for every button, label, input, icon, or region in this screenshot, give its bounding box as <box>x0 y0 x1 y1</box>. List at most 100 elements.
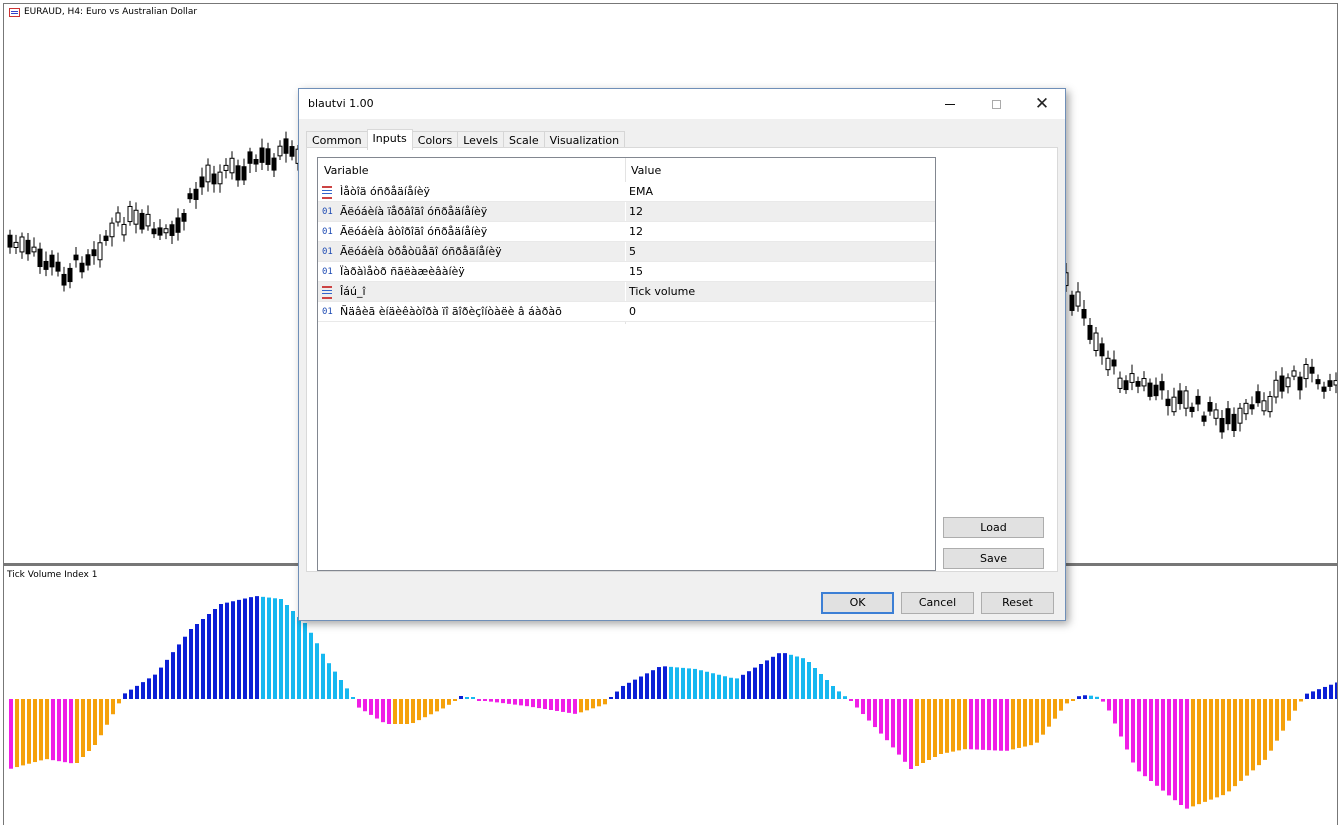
close-icon: ✕ <box>1034 93 1050 114</box>
histogram-bar <box>879 699 883 734</box>
histogram-bar <box>1239 699 1243 781</box>
histogram-bar <box>501 699 505 704</box>
table-row[interactable]: 01 Ñäâèã èíäèêàòîðà ïî ãîðèçîíòàëè â áàð… <box>318 302 935 322</box>
variable-name: Ñäâèã èíäèêàòîðà ïî ãîðèçîíòàëè â áàðàõ <box>340 305 562 318</box>
histogram-bar <box>645 673 649 699</box>
column-header-variable[interactable]: Variable <box>324 158 369 182</box>
table-row[interactable]: Ìåòîä óñðåäíåíèÿ EMA <box>318 182 935 202</box>
histogram-bar <box>1173 699 1177 801</box>
histogram-bar <box>1293 699 1297 711</box>
candle-body <box>1285 377 1291 388</box>
table-row[interactable]: 01 Ãëóáèíà âòîðîãî óñðåäíåíèÿ 12 <box>318 222 935 242</box>
candle-body <box>211 173 217 185</box>
histogram-bar <box>663 666 667 699</box>
table-row[interactable]: 01 Ãëóáèíà ïåðâîãî óñðåäíåíèÿ 12 <box>318 202 935 222</box>
histogram-bar <box>579 699 583 713</box>
candle-body <box>79 262 85 273</box>
variable-value[interactable]: 5 <box>629 242 636 262</box>
variable-value[interactable]: EMA <box>629 182 653 202</box>
candle-body <box>1321 386 1327 392</box>
histogram-bar <box>741 674 745 699</box>
candle-body <box>121 223 127 236</box>
histogram-bar <box>51 699 55 761</box>
table-row[interactable]: 01 Ãëóáèíà òðåòüåãî óñðåäíåíèÿ 5 <box>318 242 935 262</box>
candle-body <box>1069 294 1075 311</box>
histogram-bar <box>555 699 559 711</box>
variable-value[interactable]: 12 <box>629 202 643 222</box>
histogram-bar <box>603 699 607 705</box>
histogram-bar <box>723 676 727 699</box>
histogram-bar <box>45 699 49 760</box>
candle-body <box>1159 381 1165 391</box>
maximize-button[interactable] <box>973 89 1019 119</box>
variable-value[interactable]: Tick volume <box>629 282 695 302</box>
histogram-bar <box>165 659 169 699</box>
histogram-bar <box>1143 699 1147 777</box>
histogram-bar <box>1005 699 1009 751</box>
histogram-bar <box>543 699 547 710</box>
candle-body <box>169 224 175 236</box>
minimize-icon <box>945 103 955 105</box>
histogram-bar <box>1245 699 1249 776</box>
candle-body <box>205 164 211 183</box>
candle-body <box>67 267 73 283</box>
histogram-bar <box>1311 691 1315 699</box>
histogram-bar <box>1197 699 1201 805</box>
histogram-bar <box>561 699 565 712</box>
close-button[interactable]: ✕ <box>1019 89 1065 119</box>
candle-body <box>1183 390 1189 409</box>
histogram-bar <box>897 699 901 755</box>
histogram-bar <box>963 699 967 750</box>
table-row[interactable]: 01 Ïàðàìåòð ñãëàæèâàíèÿ 15 <box>318 262 935 282</box>
histogram-bar <box>1089 695 1093 699</box>
candle-body <box>1093 332 1099 351</box>
histogram-bar <box>381 699 385 723</box>
candle-body <box>175 217 181 233</box>
candle-body <box>139 212 145 230</box>
load-button[interactable]: Load <box>943 517 1044 538</box>
histogram-bar <box>435 699 439 712</box>
reset-button[interactable]: Reset <box>981 592 1054 614</box>
variable-value[interactable]: 12 <box>629 222 643 242</box>
tab-inputs[interactable]: Inputs <box>366 129 413 150</box>
dialog-titlebar[interactable]: blautvi 1.00 ✕ <box>299 89 1065 119</box>
histogram-bar <box>855 699 859 708</box>
candle-body <box>31 246 37 253</box>
histogram-bar <box>321 653 325 699</box>
variable-value[interactable]: 15 <box>629 262 643 282</box>
histogram-bar <box>765 660 769 699</box>
histogram-bar <box>849 699 853 701</box>
histogram-bar <box>123 693 127 699</box>
variable-value[interactable]: 0 <box>629 302 636 322</box>
histogram-bar <box>639 676 643 699</box>
ok-button[interactable]: OK <box>821 592 894 614</box>
histogram-bar <box>975 699 979 750</box>
cancel-button[interactable]: Cancel <box>901 592 974 614</box>
histogram-bar <box>981 699 985 750</box>
histogram-bar <box>687 668 691 699</box>
candle-body <box>223 164 229 171</box>
candle-body <box>1195 395 1201 405</box>
histogram-bar <box>15 699 19 768</box>
histogram-bar <box>873 699 877 728</box>
histogram-bar <box>669 666 673 699</box>
histogram-bar <box>915 699 919 766</box>
histogram-bar <box>309 632 313 699</box>
histogram-bar <box>609 697 613 699</box>
candle-body <box>1333 380 1337 386</box>
candle-body <box>229 157 235 174</box>
candle-body <box>145 213 151 227</box>
histogram-bar <box>411 699 415 724</box>
column-header-value[interactable]: Value <box>631 158 661 182</box>
candle-body <box>1297 376 1303 391</box>
histogram-bar <box>651 670 655 699</box>
histogram-bar <box>1161 699 1165 791</box>
candle-body <box>271 157 277 171</box>
list-icon <box>322 186 332 199</box>
table-row[interactable]: Îáú_î Tick volume <box>318 282 935 302</box>
histogram-bar <box>477 699 481 701</box>
maximize-icon <box>991 99 1001 109</box>
candle-body <box>187 193 193 200</box>
save-button[interactable]: Save <box>943 548 1044 569</box>
minimize-button[interactable] <box>927 89 973 119</box>
